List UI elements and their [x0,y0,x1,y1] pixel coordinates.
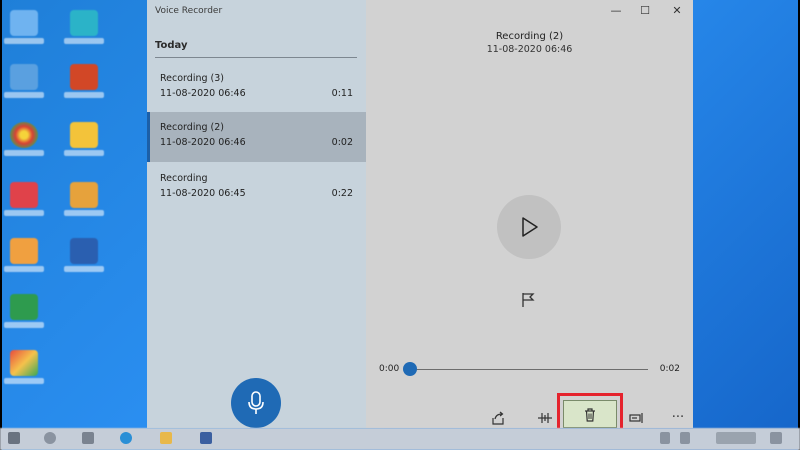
recording-item[interactable]: Recording 11-08-2020 06:45 0:22 [147,163,366,213]
desktop: Voice Recorder Today Recording (3) 11-08… [0,0,800,450]
seek-thumb[interactable] [403,362,417,376]
recording-date: 11-08-2020 06:45 [160,188,246,199]
recording-date: 11-08-2020 06:46 [160,137,246,148]
recording-name: Recording [160,173,208,184]
seek-track[interactable] [407,369,648,370]
recording-name: Recording (3) [160,73,224,84]
search-icon[interactable] [44,432,56,444]
recording-duration: 0:11 [331,88,353,99]
recording-title: Recording (2) [495,31,564,42]
edge-icon[interactable] [120,432,132,444]
rename-icon[interactable] [629,410,645,426]
clock[interactable] [716,432,756,444]
app-title: Voice Recorder [155,6,223,16]
powerpoint-desktop-icon[interactable] [64,62,104,106]
minimize-button[interactable]: — [609,4,623,18]
recording-item-selected[interactable]: Recording (2) 11-08-2020 06:46 0:02 [147,112,366,162]
tray-icon[interactable] [660,432,670,444]
desktop-icon-11[interactable] [64,180,104,224]
chrome-desktop-icon[interactable] [4,120,44,164]
recording-item[interactable]: Recording (3) 11-08-2020 06:46 0:11 [147,63,366,113]
store-icon[interactable] [200,432,212,444]
recording-duration: 0:22 [331,188,353,199]
trim-icon[interactable] [537,410,553,426]
desktop-icon-10[interactable] [64,120,104,164]
desktop-icon-1[interactable] [4,8,44,52]
letterbox-left [0,0,2,450]
more-options-button[interactable]: ... [668,406,688,422]
play-button[interactable] [497,195,561,259]
desktop-icon-12[interactable] [64,236,104,280]
play-icon [522,217,538,237]
current-time: 0:00 [379,364,400,374]
desktop-icon-8[interactable] [64,8,104,52]
network-icon[interactable] [680,432,690,444]
microphone-icon [248,391,264,414]
task-view-icon[interactable] [82,432,94,444]
share-icon[interactable] [490,410,506,426]
recording-date: 11-08-2020 06:46 [160,88,246,99]
start-icon[interactable] [8,432,20,444]
group-divider [155,57,357,58]
close-button[interactable]: ✕ [670,4,684,18]
recordings-sidebar: Voice Recorder Today Recording (3) 11-08… [147,0,366,428]
desktop-icon-2[interactable] [4,62,44,106]
total-time: 0:02 [659,364,680,374]
desktop-icon-7[interactable] [4,348,44,392]
desktop-icon-4[interactable] [4,180,44,224]
add-marker-flag-icon[interactable] [521,292,535,308]
group-header-today: Today [155,40,188,51]
player-pane: — ☐ ✕ Recording (2) 11-08-2020 06:46 0:0… [366,0,693,433]
notification-icon[interactable] [770,432,782,444]
record-button[interactable] [231,378,281,428]
recording-duration: 0:02 [331,137,353,148]
file-explorer-icon[interactable] [160,432,172,444]
desktop-icon-6[interactable] [4,292,44,336]
maximize-button[interactable]: ☐ [638,4,652,18]
delete-button-highlight [557,393,623,433]
recording-date: 11-08-2020 06:46 [486,44,573,55]
voice-recorder-window: Voice Recorder Today Recording (3) 11-08… [147,0,693,433]
recording-name: Recording (2) [160,122,224,133]
desktop-icon-5[interactable] [4,236,44,280]
